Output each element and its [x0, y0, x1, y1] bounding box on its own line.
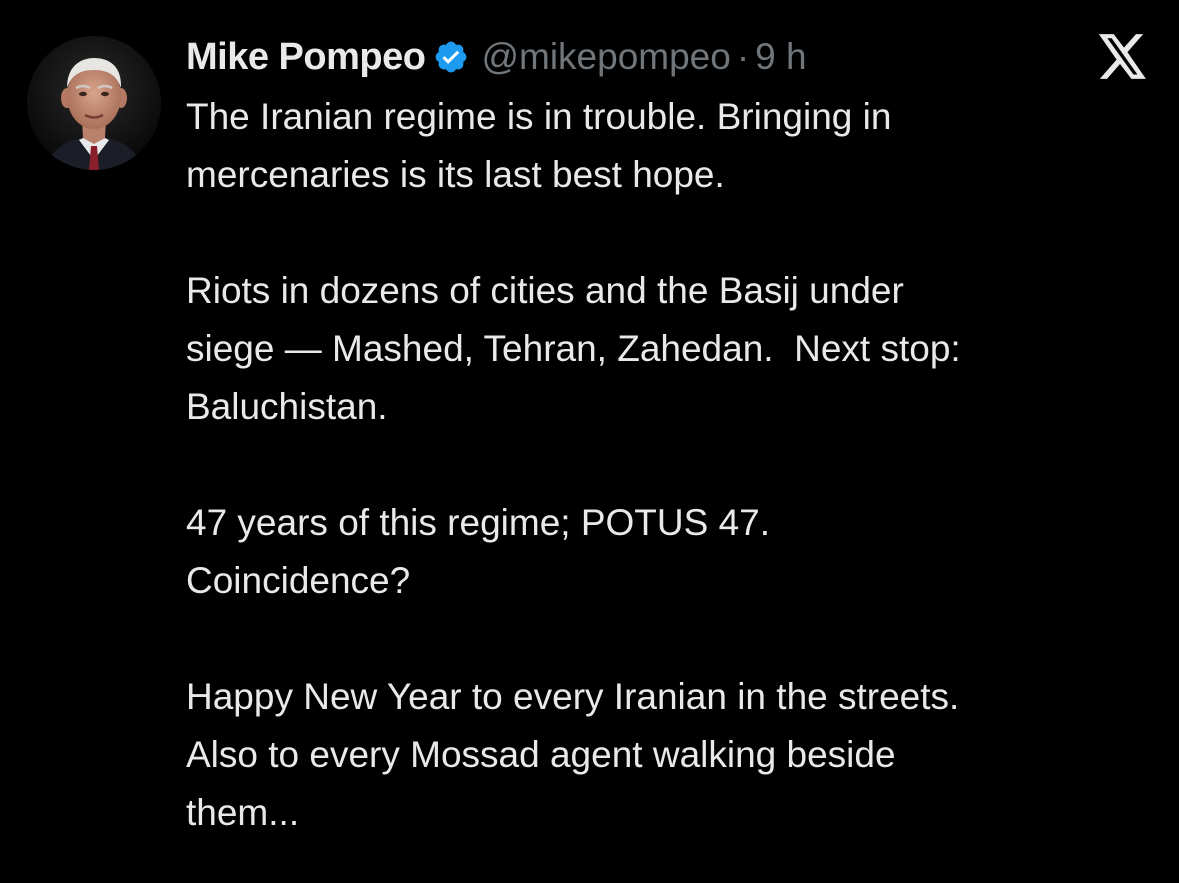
timestamp[interactable]: 9 h: [755, 36, 806, 78]
text-line: The Iranian regime is in trouble. Bringi…: [186, 96, 892, 137]
avatar[interactable]: [27, 36, 161, 170]
tweet-text: The Iranian regime is in trouble. Bringi…: [186, 88, 1156, 842]
text-line: Coincidence?: [186, 560, 411, 601]
tweet-paragraph: 47 years of this regime; POTUS 47. Coinc…: [186, 494, 1156, 610]
profile-photo: [27, 36, 161, 170]
text-line: Riots in dozens of cities and the Basij …: [186, 270, 904, 311]
x-logo-icon[interactable]: [1098, 34, 1148, 80]
author-handle[interactable]: @mikepompeo: [481, 36, 730, 78]
tweet-paragraph: Happy New Year to every Iranian in the s…: [186, 668, 1156, 842]
display-name[interactable]: Mike Pompeo: [186, 36, 426, 79]
text-line: Baluchistan.: [186, 386, 388, 427]
text-line: siege — Mashed, Tehran, Zahedan. Next st…: [186, 328, 961, 369]
separator-dot: ·: [736, 36, 750, 77]
tweet-card: Mike Pompeo @mikepompeo · 9 h The Irania…: [0, 0, 1179, 883]
text-line: 47 years of this regime; POTUS 47.: [186, 502, 771, 543]
text-line: mercenaries is its last best hope.: [186, 154, 725, 195]
verified-badge-icon[interactable]: [433, 39, 469, 75]
text-line: them...: [186, 792, 300, 833]
tweet-header: Mike Pompeo @mikepompeo · 9 h: [186, 30, 807, 84]
tweet-paragraph: Riots in dozens of cities and the Basij …: [186, 262, 1156, 436]
text-line: Also to every Mossad agent walking besid…: [186, 734, 896, 775]
text-line: Happy New Year to every Iranian in the s…: [186, 676, 960, 717]
tweet-paragraph: The Iranian regime is in trouble. Bringi…: [186, 88, 1156, 204]
